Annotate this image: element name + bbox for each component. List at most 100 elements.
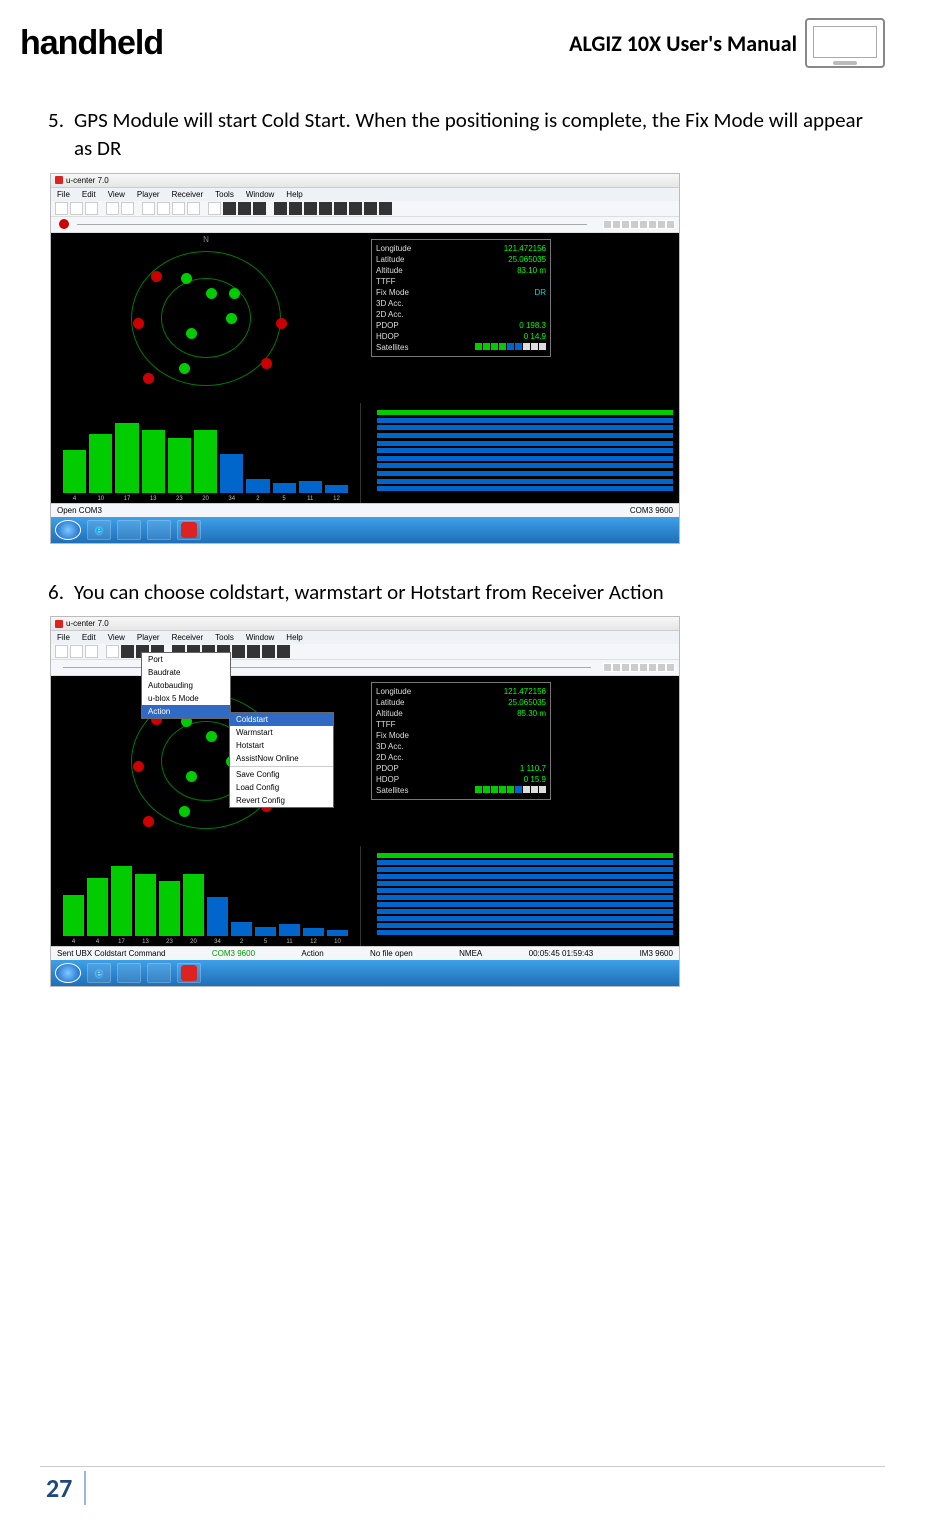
menu-receiver[interactable]: Receiver [172,633,204,642]
menu-item-action[interactable]: Action [142,705,230,718]
window-title: u-center 7.0 [66,176,109,185]
menu-item-port[interactable]: Port [142,653,230,666]
menu-item-ublox5[interactable]: u-blox 5 Mode [142,692,230,705]
bar-charts: 44171323203425111210 [51,846,679,946]
tb-msg4-icon[interactable] [187,202,200,215]
tb-panel4-icon[interactable] [319,202,332,215]
submenu-revertconfig[interactable]: Revert Config [230,794,333,807]
start-button-icon[interactable] [55,963,81,983]
tb-panel7-icon[interactable] [262,645,275,658]
menu-file[interactable]: File [57,190,70,199]
menu-view[interactable]: View [108,633,125,642]
info-value: 83.10 m [517,265,546,276]
status-file: No file open [370,949,413,958]
info-label: Altitude [376,265,403,276]
tb-panel5-icon[interactable] [334,202,347,215]
menu-window[interactable]: Window [246,633,274,642]
tb-data-icon[interactable] [253,202,266,215]
info-value-fixmode: DR [534,287,546,298]
tb-panel3-icon[interactable] [304,202,317,215]
tb-new-icon[interactable] [55,645,68,658]
tb-panel2-icon[interactable] [289,202,302,215]
satellite-dot [261,358,272,369]
start-button-icon[interactable] [55,520,81,540]
menu-edit[interactable]: Edit [82,633,96,642]
menu-edit[interactable]: Edit [82,190,96,199]
taskbar-ucenter-icon[interactable] [177,963,201,983]
taskbar-ie-icon[interactable]: e [87,520,111,540]
tb-sat-icon[interactable] [121,645,134,658]
statusbar: Sent UBX Coldstart Command COM3 9600 Act… [51,946,679,960]
menu-receiver[interactable]: Receiver [172,190,204,199]
info-label: 3D Acc. [376,741,404,752]
menu-player[interactable]: Player [137,190,160,199]
tb-panel8-icon[interactable] [379,202,392,215]
tb-print-icon[interactable] [85,202,98,215]
taskbar-explorer-icon[interactable] [117,963,141,983]
menu-file[interactable]: File [57,633,70,642]
menu-help[interactable]: Help [286,190,302,199]
tb-panel6-icon[interactable] [349,202,362,215]
info-box: Longitude121.472156 Latitude25.065035 Al… [371,682,551,800]
tb-panel8-icon[interactable] [277,645,290,658]
status-nmea: NMEA [459,949,482,958]
signal-bar-chart: 44171323203425111210 [51,846,361,946]
taskbar-ucenter-icon[interactable] [177,520,201,540]
menu-item-autobauding[interactable]: Autobauding [142,679,230,692]
tb-save-icon[interactable] [70,202,83,215]
tb-panel-icon[interactable] [274,202,287,215]
receiver-dropdown: Port Baudrate Autobauding u-blox 5 Mode … [141,652,231,719]
step-5: 5. GPS Module will start Cold Start. Whe… [40,106,885,163]
info-value: 0 198.3 [519,320,546,331]
tb-msg3-icon[interactable] [172,202,185,215]
submenu-warmstart[interactable]: Warmstart [230,726,333,739]
info-value: 85.30 m [517,708,546,719]
tb-panel7-icon[interactable] [364,202,377,215]
menu-player[interactable]: Player [137,633,160,642]
menu-tools[interactable]: Tools [215,190,234,199]
record-icon[interactable] [59,219,69,229]
app-icon [55,176,63,184]
taskbar-ie-icon[interactable]: e [87,963,111,983]
tb-panel5-icon[interactable] [232,645,245,658]
window-titlebar: u-center 7.0 [51,174,679,188]
submenu-assistnow[interactable]: AssistNow Online [230,752,333,765]
tb-sat-icon[interactable] [223,202,236,215]
step-number: 6. [40,578,74,606]
status-right: COM3 9600 [630,506,673,515]
tb-signal-icon[interactable] [238,202,251,215]
page-header: handheld ALGIZ 10X User's Manual [0,0,925,76]
window-title: u-center 7.0 [66,619,109,628]
taskbar-media-icon[interactable] [147,520,171,540]
tb-msg-icon[interactable] [142,202,155,215]
tb-new-icon[interactable] [55,202,68,215]
info-pane: Longitude121.472156 Latitude25.065035 Al… [361,676,679,846]
step-6: 6. You can choose coldstart, warmstart o… [40,578,885,606]
submenu-saveconfig[interactable]: Save Config [230,768,333,781]
tb-msg2-icon[interactable] [157,202,170,215]
tb-print-icon[interactable] [85,645,98,658]
taskbar-explorer-icon[interactable] [117,520,141,540]
tb-copy-icon[interactable] [106,202,119,215]
submenu-loadconfig[interactable]: Load Config [230,781,333,794]
tb-world-icon[interactable] [208,202,221,215]
menubar: File Edit View Player Receiver Tools Win… [51,631,679,644]
tb-panel6-icon[interactable] [247,645,260,658]
menu-help[interactable]: Help [286,633,302,642]
satellite-indicators [475,343,546,353]
submenu-coldstart[interactable]: Coldstart [230,713,333,726]
info-label: Longitude [376,686,411,697]
taskbar-media-icon[interactable] [147,963,171,983]
step-number: 5. [40,106,74,163]
menu-window[interactable]: Window [246,190,274,199]
menu-tools[interactable]: Tools [215,633,234,642]
signal-history-chart [361,403,679,503]
satellite-dot [206,288,217,299]
timeline-slider[interactable] [77,224,587,225]
menu-item-baudrate[interactable]: Baudrate [142,666,230,679]
tb-world-icon[interactable] [106,645,119,658]
tb-paste-icon[interactable] [121,202,134,215]
menu-view[interactable]: View [108,190,125,199]
tb-save-icon[interactable] [70,645,83,658]
submenu-hotstart[interactable]: Hotstart [230,739,333,752]
